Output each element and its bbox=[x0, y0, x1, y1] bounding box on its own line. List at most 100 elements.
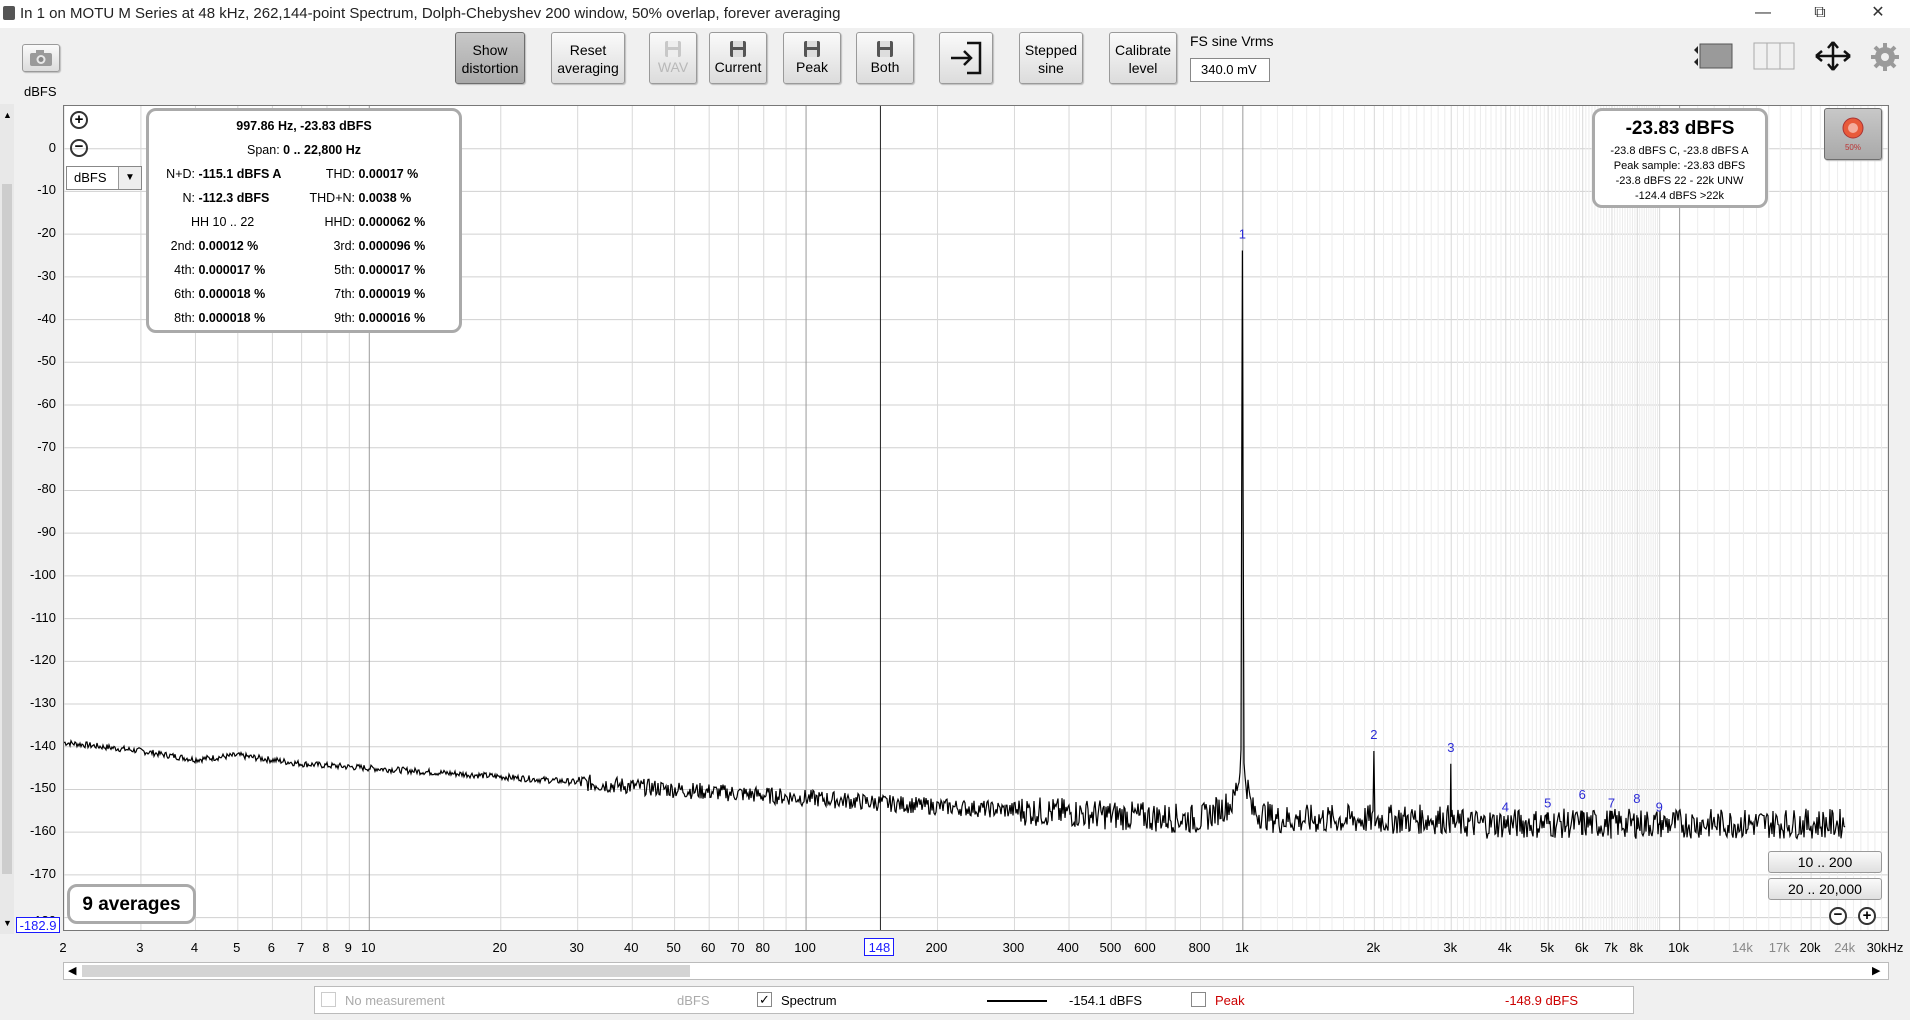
x-tick-label: 100 bbox=[794, 940, 816, 955]
harmonic-marker-9: 9 bbox=[1656, 800, 1663, 815]
y-bottom-text: -182.9 bbox=[19, 918, 57, 933]
no-measurement-value: dBFS bbox=[677, 993, 710, 1008]
level-main: -23.83 dBFS bbox=[1625, 118, 1735, 139]
y-tick-label: -150 bbox=[29, 780, 56, 796]
wav-button[interactable]: WAV bbox=[649, 32, 697, 84]
level-line-1: -23.8 dBFS C, -23.8 dBFS A bbox=[1610, 145, 1749, 157]
distortion-value: 0.000017 % bbox=[355, 263, 426, 277]
calibrate-level-button[interactable]: Calibrate level bbox=[1109, 32, 1177, 84]
distortion-panel: 997.86 Hz, -23.83 dBFS Span: 0 .. 22,800… bbox=[146, 108, 462, 333]
stepped-sine-button[interactable]: Stepped sine bbox=[1019, 32, 1083, 84]
peak-label: Peak bbox=[796, 59, 828, 75]
import-button[interactable] bbox=[939, 32, 993, 84]
x-scrollbar[interactable]: ◀ ▶ bbox=[63, 962, 1889, 980]
x-tick-label: 200 bbox=[925, 940, 948, 955]
y-tick-label: -30 bbox=[37, 267, 56, 283]
level-line-2: Peak sample: -23.83 dBFS bbox=[1613, 160, 1746, 172]
zoom-in-icon[interactable]: + bbox=[70, 111, 88, 129]
spectrum-label: Spectrum bbox=[781, 993, 837, 1008]
record-icon bbox=[1842, 117, 1864, 139]
x-tick-label: 3k bbox=[1443, 940, 1458, 955]
y-tick-label: -10 bbox=[37, 182, 56, 198]
spectrum-checkbox[interactable]: ✓ bbox=[757, 992, 772, 1007]
peak-checkbox[interactable] bbox=[1191, 992, 1206, 1007]
harmonic-marker-8: 8 bbox=[1633, 791, 1640, 806]
distortion-key: N+D: bbox=[166, 167, 195, 181]
scroll-right-arrow-icon[interactable]: ▶ bbox=[1872, 964, 1880, 977]
x-zoom-in-icon[interactable]: + bbox=[1858, 907, 1876, 925]
reset-averaging-button[interactable]: Reset averaging bbox=[551, 32, 625, 84]
scroll-up-arrow-icon[interactable]: ▲ bbox=[3, 110, 12, 120]
app-icon bbox=[3, 6, 15, 20]
distortion-value: 0.000019 % bbox=[355, 287, 426, 301]
x-tick-label: 1k bbox=[1234, 940, 1249, 955]
columns-icon[interactable] bbox=[1752, 40, 1796, 72]
window-title: In 1 on MOTU M Series at 48 kHz, 262,144… bbox=[20, 5, 841, 22]
y-scrollbar[interactable]: ▲ ▼ bbox=[0, 104, 14, 934]
scroll-left-arrow-icon[interactable]: ◀ bbox=[68, 964, 76, 977]
distortion-value: 0.000017 % bbox=[195, 263, 266, 277]
x-zoom-out-icon[interactable]: − bbox=[1829, 907, 1847, 925]
record-button[interactable]: 50% bbox=[1824, 108, 1882, 160]
distortion-key: 3rd: bbox=[333, 239, 355, 253]
import-icon bbox=[951, 41, 982, 75]
averages-text: 9 averages bbox=[82, 894, 181, 915]
zoom-preset-20-20000[interactable]: 20 .. 20,000 bbox=[1768, 878, 1882, 900]
screenshot-button[interactable] bbox=[22, 44, 60, 72]
gear-icon[interactable] bbox=[1870, 42, 1900, 72]
y-tick-label: 0 bbox=[48, 139, 56, 155]
harmonic-marker-5: 5 bbox=[1544, 795, 1551, 810]
scroll-down-arrow-icon[interactable]: ▼ bbox=[3, 918, 12, 928]
y-tick-label: -110 bbox=[30, 609, 56, 625]
calibrate-level-label-2: level bbox=[1128, 60, 1158, 76]
spectrum-line-swatch bbox=[987, 1000, 1047, 1002]
fs-sine-value: 340.0 mV bbox=[1201, 62, 1257, 77]
cursor-value-label[interactable]: 148 bbox=[864, 938, 895, 956]
show-distortion-button[interactable]: Show distortion bbox=[455, 32, 525, 84]
y-tick-label: -130 bbox=[29, 695, 56, 711]
x-tick-label: 30kHz bbox=[1866, 940, 1904, 955]
x-scroll-thumb[interactable] bbox=[82, 965, 690, 977]
distortion-key: 8th: bbox=[174, 311, 195, 325]
title-bar: In 1 on MOTU M Series at 48 kHz, 262,144… bbox=[0, 0, 1910, 28]
fit-to-screen-icon[interactable] bbox=[1810, 40, 1856, 72]
y-tick-label: -140 bbox=[29, 737, 56, 753]
zoom-preset-20-20000-label: 20 .. 20,000 bbox=[1788, 881, 1862, 897]
no-measurement-label: No measurement bbox=[345, 993, 445, 1008]
distortion-cell: N+D: -115.1 dBFS A bbox=[155, 167, 281, 181]
stepped-sine-label-1: Stepped bbox=[1024, 42, 1078, 58]
minimize-button[interactable]: — bbox=[1740, 0, 1786, 28]
distortion-cell: 2nd: 0.00012 % bbox=[155, 239, 259, 253]
reset-averaging-label-2: averaging bbox=[557, 60, 619, 76]
y-unit-select-value: dBFS bbox=[74, 170, 107, 185]
zoom-preset-10-200[interactable]: 10 .. 200 bbox=[1768, 851, 1882, 873]
y-unit-select[interactable]: dBFS ▼ bbox=[66, 166, 142, 190]
fs-sine-input[interactable]: 340.0 mV bbox=[1190, 58, 1270, 82]
wav-label: WAV bbox=[657, 59, 689, 75]
x-tick-label: 3 bbox=[136, 940, 144, 955]
save-icon bbox=[665, 41, 681, 57]
save-both-button[interactable]: Both bbox=[856, 32, 914, 84]
current-label: Current bbox=[714, 59, 762, 75]
layout-icon[interactable] bbox=[1692, 40, 1740, 72]
zoom-out-icon[interactable]: − bbox=[70, 139, 88, 157]
distortion-cell: 3rd: 0.000096 % bbox=[297, 239, 425, 253]
restore-button[interactable]: ⧉ bbox=[1797, 0, 1843, 28]
level-line-3: -23.8 dBFS 22 - 22k UNW bbox=[1615, 175, 1744, 187]
averages-box: 9 averages bbox=[67, 884, 196, 924]
distortion-cell: 9th: 0.000016 % bbox=[297, 311, 425, 325]
y-tick-label: -160 bbox=[29, 823, 56, 839]
save-current-button[interactable]: Current bbox=[709, 32, 767, 84]
distortion-cell: 7th: 0.000019 % bbox=[297, 287, 425, 301]
peak-legend-value: -148.9 dBFS bbox=[1505, 993, 1578, 1008]
save-peak-button[interactable]: Peak bbox=[783, 32, 841, 84]
x-tick-label: 10k bbox=[1668, 940, 1690, 955]
no-measurement-checkbox[interactable] bbox=[321, 992, 336, 1007]
record-label: 50% bbox=[1844, 143, 1861, 152]
y-scroll-thumb[interactable] bbox=[2, 184, 12, 874]
distortion-cell: 8th: 0.000018 % bbox=[155, 311, 265, 325]
legend-bar: No measurement dBFS ✓ Spectrum -154.1 dB… bbox=[314, 986, 1634, 1014]
y-tick-label: -120 bbox=[29, 652, 56, 668]
close-button[interactable]: ✕ bbox=[1855, 0, 1901, 28]
level-line-4: -124.4 dBFS >22k bbox=[1635, 190, 1724, 202]
